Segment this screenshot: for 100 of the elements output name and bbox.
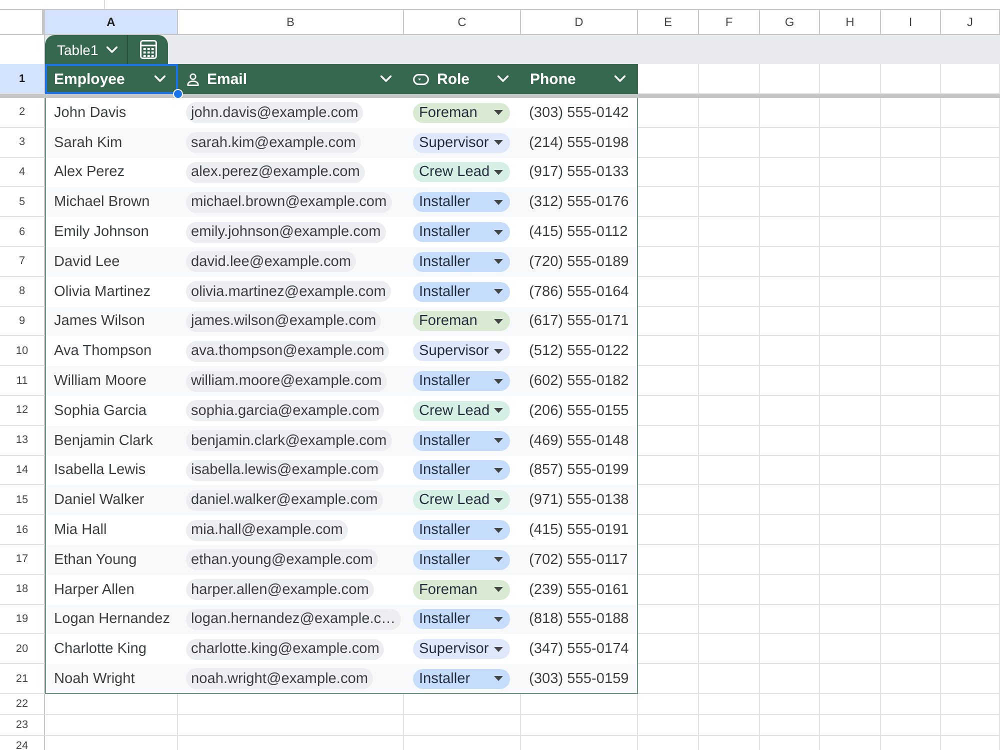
empty-cell[interactable] — [941, 366, 1000, 396]
email-chip[interactable]: olivia.martinez@example.com — [186, 281, 391, 302]
email-chip[interactable]: mia.hall@example.com — [186, 520, 348, 541]
row-header[interactable]: 20 — [0, 634, 45, 664]
empty-cell[interactable] — [881, 246, 941, 277]
dropdown-chip[interactable]: Installer — [413, 282, 510, 302]
empty-cell[interactable] — [820, 276, 881, 307]
dropdown-chip[interactable]: Crew Lead — [413, 162, 510, 182]
empty-cell[interactable] — [820, 574, 881, 605]
dropdown-chip[interactable]: Crew Lead — [413, 400, 510, 421]
email-chip[interactable]: william.moore@example.com — [186, 370, 387, 392]
empty-cell[interactable] — [820, 187, 881, 218]
empty-cell[interactable] — [941, 426, 1000, 456]
empty-cell[interactable] — [699, 128, 760, 158]
empty-cell[interactable] — [881, 574, 941, 605]
row-header[interactable]: 4 — [0, 158, 45, 188]
empty-cell[interactable] — [760, 634, 820, 664]
empty-cell[interactable] — [941, 634, 1000, 664]
empty-cell[interactable] — [820, 664, 881, 694]
empty-cell[interactable] — [941, 714, 1000, 736]
empty-cell[interactable] — [820, 128, 881, 158]
empty-cell[interactable] — [941, 485, 1000, 516]
row-header[interactable]: 19 — [0, 604, 45, 634]
empty-cell[interactable] — [881, 276, 941, 307]
empty-cell[interactable] — [820, 366, 881, 396]
empty-cell[interactable] — [521, 714, 638, 736]
email-chip[interactable]: sophia.garcia@example.com — [186, 400, 384, 422]
row-header[interactable]: 1 — [0, 64, 45, 94]
empty-cell[interactable] — [760, 515, 820, 545]
empty-cell[interactable] — [941, 158, 1000, 188]
empty-cell[interactable] — [699, 694, 760, 715]
empty-cell[interactable] — [699, 664, 760, 694]
dropdown-chip[interactable]: Foreman — [413, 311, 510, 332]
empty-cell[interactable] — [760, 98, 820, 128]
empty-cell[interactable] — [760, 485, 820, 516]
empty-cell[interactable] — [699, 604, 760, 634]
dropdown-chip[interactable]: Installer — [413, 550, 510, 570]
empty-cell[interactable] — [881, 485, 941, 516]
empty-cell[interactable] — [820, 694, 881, 715]
empty-cell[interactable] — [941, 246, 1000, 277]
empty-cell[interactable] — [178, 714, 404, 736]
empty-cell[interactable] — [881, 187, 941, 218]
empty-cell[interactable] — [820, 336, 881, 366]
table-name-button[interactable]: Table1 — [45, 35, 128, 64]
dropdown-chip[interactable]: Installer — [413, 520, 510, 540]
email-chip[interactable]: alex.perez@example.com — [186, 162, 365, 183]
empty-cell[interactable] — [881, 694, 941, 715]
email-chip[interactable]: noah.wright@example.com — [186, 668, 374, 690]
row-header[interactable]: 12 — [0, 396, 45, 426]
email-chip[interactable]: charlotte.king@example.com — [186, 638, 384, 660]
email-chip[interactable]: sarah.kim@example.com — [186, 132, 361, 154]
empty-cell[interactable] — [820, 98, 881, 128]
empty-cell[interactable] — [941, 336, 1000, 366]
empty-cell[interactable] — [881, 366, 941, 396]
empty-cell[interactable] — [941, 604, 1000, 634]
empty-cell[interactable] — [699, 366, 760, 396]
email-chip[interactable]: michael.brown@example.com — [186, 192, 392, 213]
empty-cell[interactable] — [760, 217, 820, 247]
empty-cell[interactable] — [881, 544, 941, 575]
empty-cell[interactable] — [760, 456, 820, 486]
dropdown-chip[interactable]: Supervisor — [413, 132, 510, 153]
empty-cell[interactable] — [760, 276, 820, 307]
empty-cell[interactable] — [699, 246, 760, 277]
empty-cell[interactable] — [881, 98, 941, 128]
email-chip[interactable]: isabella.lewis@example.com — [186, 460, 384, 481]
empty-cell[interactable] — [941, 515, 1000, 545]
empty-cell[interactable] — [820, 604, 881, 634]
empty-cell[interactable] — [881, 158, 941, 188]
dropdown-chip[interactable]: Installer — [413, 430, 510, 451]
empty-cell[interactable] — [404, 694, 521, 715]
row-header[interactable]: 5 — [0, 187, 45, 218]
empty-cell[interactable] — [881, 426, 941, 456]
email-chip[interactable]: benjamin.clark@example.com — [186, 430, 392, 452]
dropdown-chip[interactable]: Installer — [413, 222, 510, 242]
empty-cell[interactable] — [881, 634, 941, 664]
email-chip[interactable]: logan.hernandez@example.c… — [186, 608, 401, 630]
empty-cell[interactable] — [699, 158, 760, 188]
email-chip[interactable]: daniel.walker@example.com — [186, 490, 383, 511]
empty-cell[interactable] — [820, 306, 881, 336]
dropdown-chip[interactable]: Installer — [413, 192, 510, 212]
empty-cell[interactable] — [699, 98, 760, 128]
row-header[interactable]: 18 — [0, 574, 45, 605]
row-header[interactable]: 16 — [0, 515, 45, 545]
empty-cell[interactable] — [521, 694, 638, 715]
empty-cell[interactable] — [820, 246, 881, 277]
empty-cell[interactable] — [881, 217, 941, 247]
dropdown-chip[interactable]: Installer — [413, 460, 510, 480]
empty-cell[interactable] — [699, 485, 760, 516]
empty-cell[interactable] — [699, 396, 760, 426]
empty-cell[interactable] — [760, 336, 820, 366]
empty-cell[interactable] — [820, 634, 881, 664]
empty-cell[interactable] — [699, 456, 760, 486]
dropdown-chip[interactable]: Supervisor — [413, 639, 510, 660]
empty-cell[interactable] — [820, 456, 881, 486]
empty-cell[interactable] — [638, 714, 699, 736]
row-header[interactable]: 23 — [0, 714, 45, 736]
empty-cell[interactable] — [638, 694, 699, 715]
row-header[interactable]: 8 — [0, 276, 45, 307]
empty-cell[interactable] — [941, 396, 1000, 426]
empty-cell[interactable] — [881, 714, 941, 736]
